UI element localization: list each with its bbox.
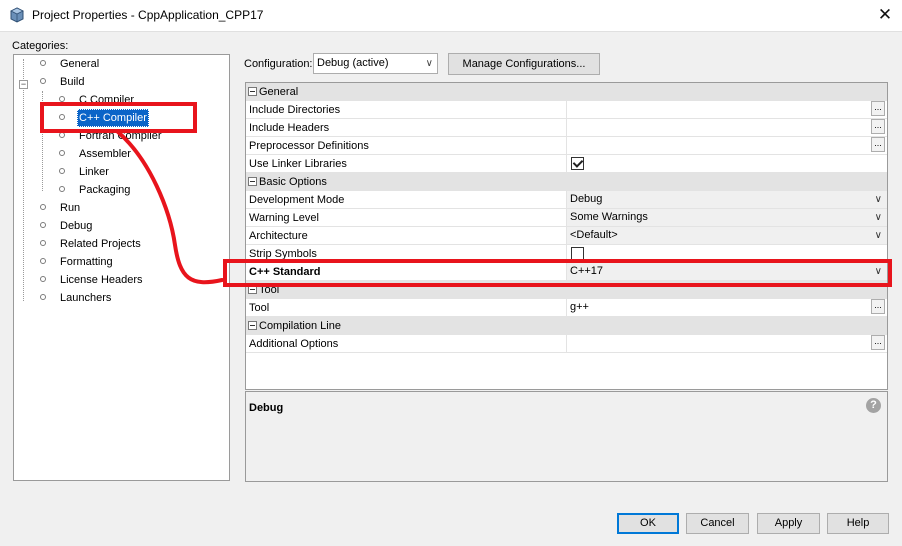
annotation-arrow [116,130,224,285]
